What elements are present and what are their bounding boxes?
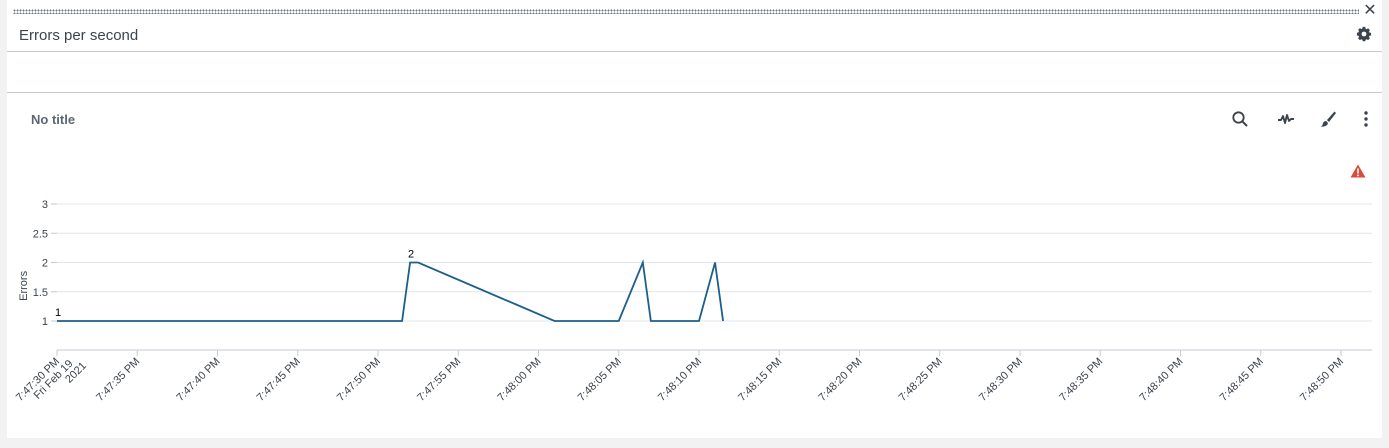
x-tick-label-line: 7:48:50 PM xyxy=(1298,356,1346,404)
dashboard-panel: ✕ Errors per second No title 1 1.5 2 2.5… xyxy=(7,0,1382,438)
x-tick-label-line: 7:48:10 PM xyxy=(656,356,704,404)
panel-description xyxy=(7,52,1382,93)
x-tick-label: 7:48:40 PM xyxy=(1137,356,1185,404)
search-icon[interactable] xyxy=(1230,109,1250,129)
line-chart: 11.522.53Errors7:47:30 PMFri Feb 192021 7… xyxy=(14,199,1372,419)
x-tick-label-line: 7:48:45 PM xyxy=(1218,356,1266,404)
x-tick-label-line: 7:48:25 PM xyxy=(897,356,945,404)
x-tick-label: 7:47:50 PM xyxy=(335,356,383,404)
gear-icon[interactable] xyxy=(1356,26,1372,42)
y-tick-label: 2 xyxy=(42,258,48,270)
x-tick-label: 7:47:55 PM xyxy=(415,356,463,404)
panel-header: Errors per second xyxy=(7,18,1382,52)
x-tick-label-line: 7:48:30 PM xyxy=(977,356,1025,404)
x-tick-label-line: 7:47:40 PM xyxy=(174,356,222,404)
more-vertical-icon[interactable] xyxy=(1356,109,1376,129)
x-tick-label: 7:48:25 PM xyxy=(897,356,945,404)
y-tick-label: 1.5 xyxy=(33,287,48,299)
x-tick-label-line: 7:47:55 PM xyxy=(415,356,463,404)
drag-handle[interactable] xyxy=(13,9,1359,14)
data-label: 2 xyxy=(408,249,414,261)
x-tick-label: 7:48:05 PM xyxy=(576,356,624,404)
y-tick-label: 1 xyxy=(42,316,48,328)
x-tick-label: 7:48:20 PM xyxy=(816,356,864,404)
y-tick-label: 2.5 xyxy=(33,228,48,240)
x-tick-label: 7:47:30 PMFri Feb 192021 xyxy=(14,344,89,419)
x-tick-label-line: 7:47:50 PM xyxy=(335,356,383,404)
activity-icon[interactable] xyxy=(1276,109,1296,129)
y-axis-label: Errors xyxy=(18,270,30,300)
x-tick-label-line: 7:48:15 PM xyxy=(736,356,784,404)
x-tick-label-line: 7:47:35 PM xyxy=(94,356,142,404)
visualization-title: No title xyxy=(31,112,76,127)
data-label: 1 xyxy=(55,307,61,319)
warning-triangle-icon[interactable] xyxy=(1350,164,1366,178)
x-tick-label: 7:47:35 PM xyxy=(94,356,142,404)
x-tick-label-line: 7:48:05 PM xyxy=(576,356,624,404)
close-icon[interactable]: ✕ xyxy=(1362,3,1378,19)
x-tick-label: 7:48:45 PM xyxy=(1218,356,1266,404)
x-tick-label: 7:48:35 PM xyxy=(1057,356,1105,404)
x-tick-label: 7:48:15 PM xyxy=(736,356,784,404)
x-tick-label: 7:48:10 PM xyxy=(656,356,704,404)
x-tick-label-line: 7:48:20 PM xyxy=(816,356,864,404)
x-tick-label: 7:48:30 PM xyxy=(977,356,1025,404)
y-tick-label: 3 xyxy=(42,199,48,211)
x-tick-label: 7:48:00 PM xyxy=(495,356,543,404)
x-tick-label: 7:48:50 PM xyxy=(1298,356,1346,404)
x-tick-label: 7:47:40 PM xyxy=(174,356,222,404)
x-tick-label: 7:47:45 PM xyxy=(255,356,303,404)
x-tick-label-line: 7:48:35 PM xyxy=(1057,356,1105,404)
x-tick-label-line: 7:48:00 PM xyxy=(495,356,543,404)
x-tick-label-line: 7:48:40 PM xyxy=(1137,356,1185,404)
panel-title: Errors per second xyxy=(19,27,139,44)
paintbrush-icon[interactable] xyxy=(1318,109,1338,129)
x-tick-label-line: 7:47:45 PM xyxy=(255,356,303,404)
